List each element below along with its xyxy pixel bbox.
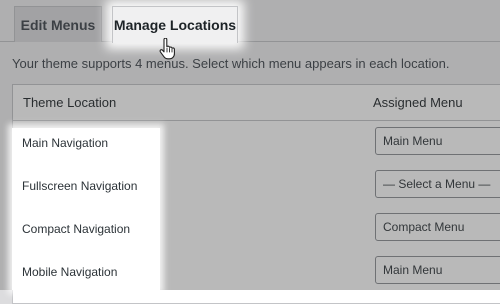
menu-select[interactable]: Main Menu [375, 256, 500, 284]
intro-text: Your theme supports 4 menus. Select whic… [12, 56, 450, 71]
hand-pointer-icon [159, 38, 175, 60]
table-header: Theme Location Assigned Menu [13, 85, 500, 121]
menu-select[interactable]: Compact Menu [375, 213, 500, 241]
tab-edit-menus[interactable]: Edit Menus [14, 6, 102, 42]
location-label: Fullscreen Navigation [22, 179, 138, 193]
highlighted-locations: Main Navigation Fullscreen Navigation Co… [12, 128, 160, 290]
header-assigned-menu: Assigned Menu [373, 95, 463, 110]
menu-select[interactable]: — Select a Menu — [375, 170, 500, 198]
menu-select[interactable]: Main Menu [375, 127, 500, 155]
location-label: Main Navigation [22, 136, 109, 150]
location-label: Mobile Navigation [22, 265, 118, 279]
menu-tabs: Edit Menus [0, 0, 500, 42]
location-label: Compact Navigation [22, 222, 131, 236]
header-theme-location: Theme Location [23, 95, 117, 110]
